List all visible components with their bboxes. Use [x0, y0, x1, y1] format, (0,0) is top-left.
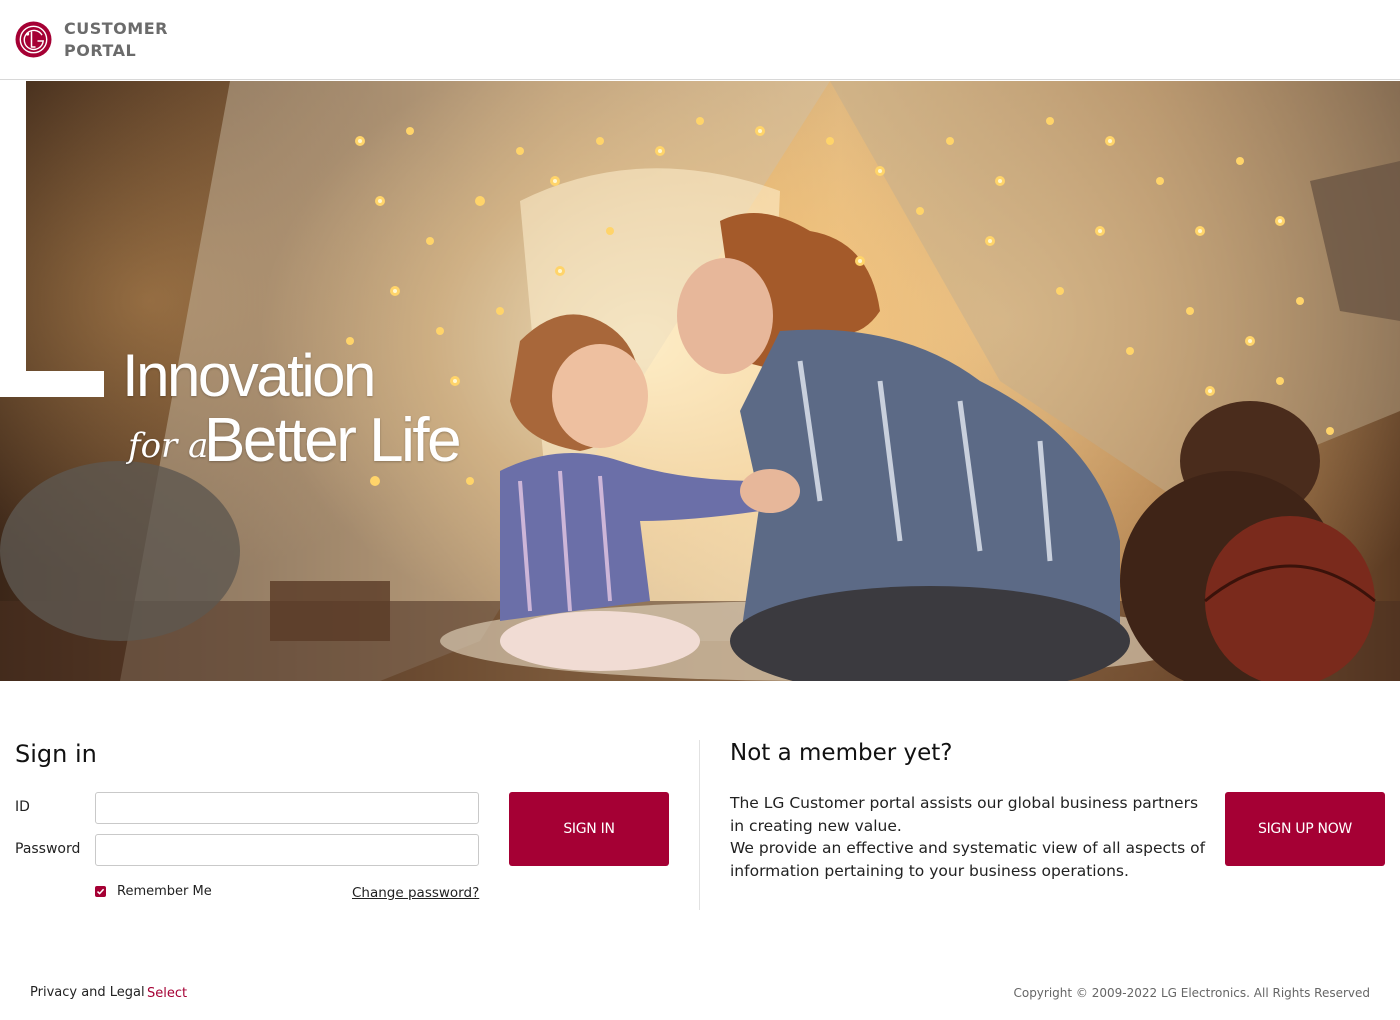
portal-title: CUSTOMER PORTAL [64, 18, 168, 62]
signin-title: Sign in [15, 740, 97, 768]
lg-frame-vertical [0, 81, 26, 397]
signup-title: Not a member yet? [730, 740, 953, 766]
sign-in-button[interactable]: SIGN IN [509, 792, 669, 866]
portal-title-line2: PORTAL [64, 41, 137, 60]
hero-tagline-innovation: Innovation [122, 342, 376, 409]
lg-frame-horizontal [0, 371, 104, 397]
site-header: CUSTOMER PORTAL [0, 0, 1400, 80]
signup-description: The LG Customer portal assists our globa… [730, 792, 1210, 882]
id-label: ID [15, 799, 30, 815]
change-password-link[interactable]: Change password? [352, 885, 479, 901]
lg-logo-icon[interactable] [15, 21, 52, 58]
password-input[interactable] [95, 834, 479, 866]
hero-tagline-for-a: for a [128, 426, 209, 466]
signup-description-line1: The LG Customer portal assists our globa… [730, 794, 1199, 835]
remember-me-label[interactable]: Remember Me [117, 884, 212, 899]
remember-me-checkbox[interactable] [95, 886, 106, 897]
section-divider [699, 740, 700, 910]
password-label: Password [15, 841, 81, 857]
portal-title-line1: CUSTOMER [64, 19, 168, 38]
sign-up-now-button[interactable]: SIGN UP NOW [1225, 792, 1385, 866]
copyright-text: Copyright © 2009-2022 LG Electronics. Al… [1013, 986, 1370, 1000]
id-input[interactable] [95, 792, 479, 824]
privacy-and-legal-label: Privacy and Legal [30, 985, 145, 1000]
checkmark-icon [96, 888, 105, 895]
privacy-select-link[interactable]: Select [147, 986, 187, 1001]
hero-banner: Innovation for a Better Life [0, 81, 1400, 681]
signup-description-line2: We provide an effective and systematic v… [730, 839, 1206, 880]
hero-tagline-better-life: Better Life [204, 406, 462, 475]
